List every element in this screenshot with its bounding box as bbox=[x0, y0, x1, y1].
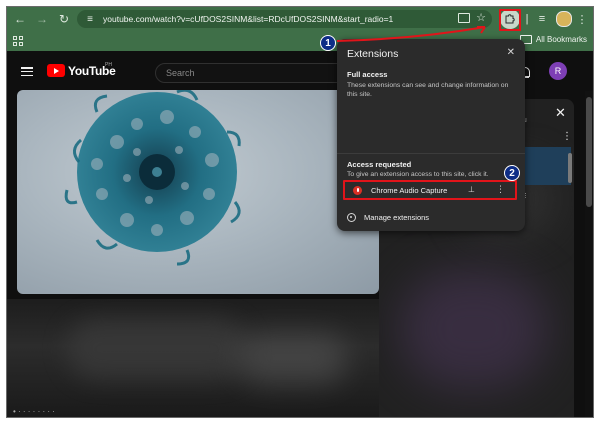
page-scrollbar-thumb[interactable] bbox=[586, 97, 592, 207]
full-access-description: These extensions can see and change info… bbox=[347, 82, 509, 98]
manage-extensions-label: Manage extensions bbox=[364, 213, 430, 222]
reading-list-icon[interactable]: ≡ bbox=[533, 9, 551, 29]
pin-icon[interactable]: ⊥ bbox=[468, 185, 475, 194]
close-icon[interactable]: ✕ bbox=[555, 105, 566, 121]
video-description-area: • · · · · · · · · bbox=[7, 299, 379, 417]
extension-more-icon[interactable]: ⋮ bbox=[496, 184, 505, 195]
video-player[interactable] bbox=[17, 90, 379, 294]
popup-divider bbox=[337, 153, 525, 154]
menu-hamburger-icon[interactable] bbox=[21, 67, 33, 76]
all-bookmarks-label: All Bookmarks bbox=[535, 35, 587, 44]
access-requested-heading: Access requested bbox=[347, 160, 412, 169]
playlist-current-item[interactable] bbox=[519, 147, 571, 185]
annotation-arrow bbox=[336, 26, 486, 42]
forward-arrow-icon[interactable]: → bbox=[33, 10, 51, 28]
step-2-badge: 2 bbox=[504, 165, 520, 181]
profile-avatar-icon bbox=[556, 11, 572, 27]
close-icon[interactable]: ✕ bbox=[507, 47, 515, 58]
extensions-popup: Extensions ✕ Full access These extension… bbox=[337, 39, 525, 231]
search-placeholder: Search bbox=[166, 68, 195, 78]
account-avatar[interactable]: R bbox=[549, 62, 567, 80]
playlist-more-icon[interactable]: ⋮ bbox=[562, 131, 572, 142]
video-frame-image bbox=[64, 90, 241, 266]
manage-extensions-button[interactable]: Manage extensions bbox=[347, 213, 429, 222]
extension-name: Chrome Audio Capture bbox=[371, 186, 448, 195]
step-1-badge: 1 bbox=[320, 35, 336, 51]
gear-icon bbox=[347, 213, 356, 222]
site-info-icon[interactable]: ≡ bbox=[83, 12, 97, 26]
youtube-logo-icon[interactable] bbox=[47, 64, 65, 77]
blurred-bottom-text: • · · · · · · · · bbox=[13, 407, 55, 416]
browser-window: ← → ↻ ≡ youtube.com/watch?v=cUfDOS2SINM&… bbox=[6, 6, 594, 418]
reload-icon[interactable]: ↻ bbox=[55, 10, 73, 28]
playlist-scrollbar[interactable] bbox=[568, 153, 572, 183]
search-input[interactable]: Search bbox=[155, 63, 345, 83]
profile-button[interactable] bbox=[555, 9, 573, 29]
access-requested-description: To give an extension access to this site… bbox=[347, 171, 489, 178]
back-arrow-icon[interactable]: ← bbox=[11, 10, 29, 28]
apps-grid-icon[interactable] bbox=[13, 36, 23, 46]
all-bookmarks-button[interactable]: All Bookmarks bbox=[519, 35, 587, 44]
country-code: PH bbox=[105, 62, 112, 68]
extensions-popup-title: Extensions bbox=[347, 48, 399, 60]
full-access-heading: Full access bbox=[347, 70, 388, 79]
browser-menu-icon[interactable]: ⋮ bbox=[575, 9, 589, 29]
audio-capture-extension-icon bbox=[353, 186, 362, 195]
extension-item-chrome-audio-capture[interactable]: Chrome Audio Capture ⊥ ⋮ bbox=[343, 180, 517, 200]
toolbar-separator: | bbox=[525, 13, 529, 25]
full-access-list bbox=[337, 115, 525, 155]
